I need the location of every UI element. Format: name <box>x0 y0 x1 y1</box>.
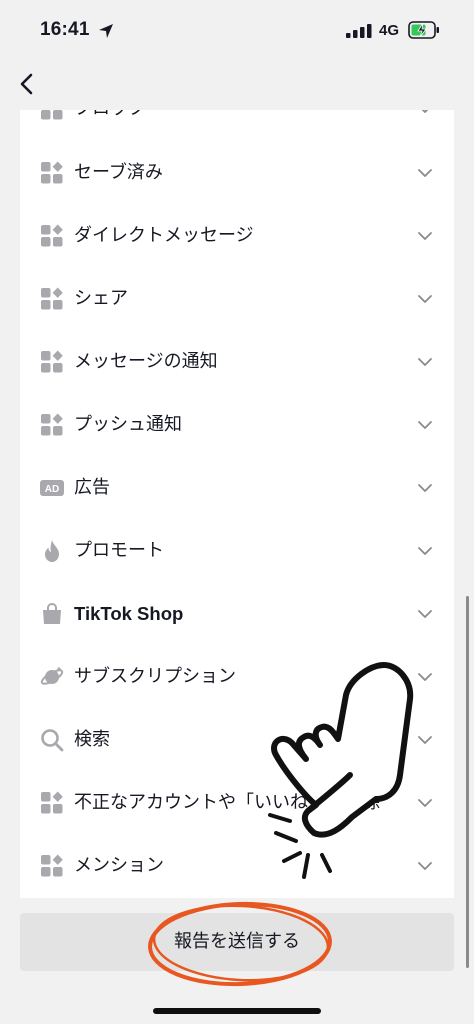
list-item-message-notifications[interactable]: メッセージの通知 <box>20 331 454 393</box>
list-item-label: TikTok Shop <box>74 603 184 624</box>
grid-icon <box>41 287 63 310</box>
list-item-push-notifications[interactable]: プッシュ通知 <box>20 394 454 456</box>
chevron-down-icon <box>418 736 432 744</box>
grid-icon <box>41 110 63 120</box>
chevron-down-icon <box>418 862 432 870</box>
location-arrow-icon <box>99 24 113 38</box>
chevron-down-icon <box>418 358 432 366</box>
flame-icon <box>45 540 59 562</box>
status-time: 16:41 <box>40 19 90 40</box>
chevron-down-icon <box>418 421 432 429</box>
list-item-label: プッシュ通知 <box>74 414 182 435</box>
list-item-label: 広告 <box>74 477 110 498</box>
status-bar: 16:41 4G <box>0 0 474 62</box>
chevron-down-icon <box>418 295 432 303</box>
grid-icon <box>41 161 63 184</box>
list-item-direct-message[interactable]: ダイレクトメッセージ <box>20 205 454 267</box>
signal-bars-icon <box>346 24 372 38</box>
report-reasons-list: ブロック セーブ済み ダイレクトメッセージ シェア メッセージの通知 <box>20 110 454 898</box>
scrollbar[interactable] <box>466 596 469 968</box>
list-item-share[interactable]: シェア <box>20 268 454 330</box>
list-item-subscription[interactable]: サブスクリプション <box>20 646 454 708</box>
list-item-label: セーブ済み <box>74 162 163 183</box>
list-item-tiktok-shop[interactable]: TikTok Shop <box>20 583 454 645</box>
list-item-label: サブスクリプション <box>74 666 236 687</box>
list-item-fake-accounts-likes[interactable]: 不正なアカウントや「いいね」の削除 <box>20 772 454 834</box>
list-item-saved[interactable]: セーブ済み <box>20 142 454 204</box>
list-item-promote[interactable]: プロモート <box>20 520 454 582</box>
submit-report-button[interactable]: 報告を送信する <box>20 913 454 971</box>
submit-report-label: 報告を送信する <box>174 931 300 952</box>
grid-icon <box>41 413 63 436</box>
chevron-left-icon[interactable] <box>16 72 38 96</box>
battery-charging-icon <box>408 21 439 39</box>
chevron-down-icon <box>421 110 429 113</box>
list-item-label: メンション <box>74 855 164 876</box>
list-item-mentions[interactable]: メンション <box>20 835 454 897</box>
chevron-down-icon <box>418 610 432 618</box>
list-item-label: プロモート <box>74 540 164 561</box>
planet-icon <box>40 667 64 685</box>
search-icon <box>41 729 64 752</box>
list-item-label: シェア <box>74 288 128 309</box>
chevron-down-icon <box>418 232 432 240</box>
chevron-down-icon <box>418 547 432 555</box>
chevron-down-icon <box>418 169 432 177</box>
ad-badge-icon: AD <box>40 480 64 496</box>
list-item-label: メッセージの通知 <box>74 351 218 372</box>
list-item-ads[interactable]: AD 広告 <box>20 457 454 519</box>
list-item-block[interactable]: ブロック <box>20 110 454 140</box>
home-indicator[interactable] <box>153 1008 321 1014</box>
grid-icon <box>41 224 63 247</box>
list-item-label: ブロック <box>74 110 146 140</box>
nav-bar <box>0 62 474 110</box>
chevron-down-icon <box>418 799 432 807</box>
ad-badge-text: AD <box>45 484 59 495</box>
network-type: 4G <box>379 22 400 39</box>
shopping-bag-icon <box>43 602 61 624</box>
list-item-label: 検索 <box>74 729 110 750</box>
grid-icon <box>41 791 63 814</box>
grid-icon <box>41 350 63 373</box>
grid-icon <box>41 854 63 877</box>
list-item-label: 不正なアカウントや「いいね」の削除 <box>74 792 380 813</box>
chevron-down-icon <box>418 484 432 492</box>
list-item-label: ダイレクトメッセージ <box>74 225 254 246</box>
list-item-search[interactable]: 検索 <box>20 709 454 771</box>
chevron-down-icon <box>418 673 432 681</box>
